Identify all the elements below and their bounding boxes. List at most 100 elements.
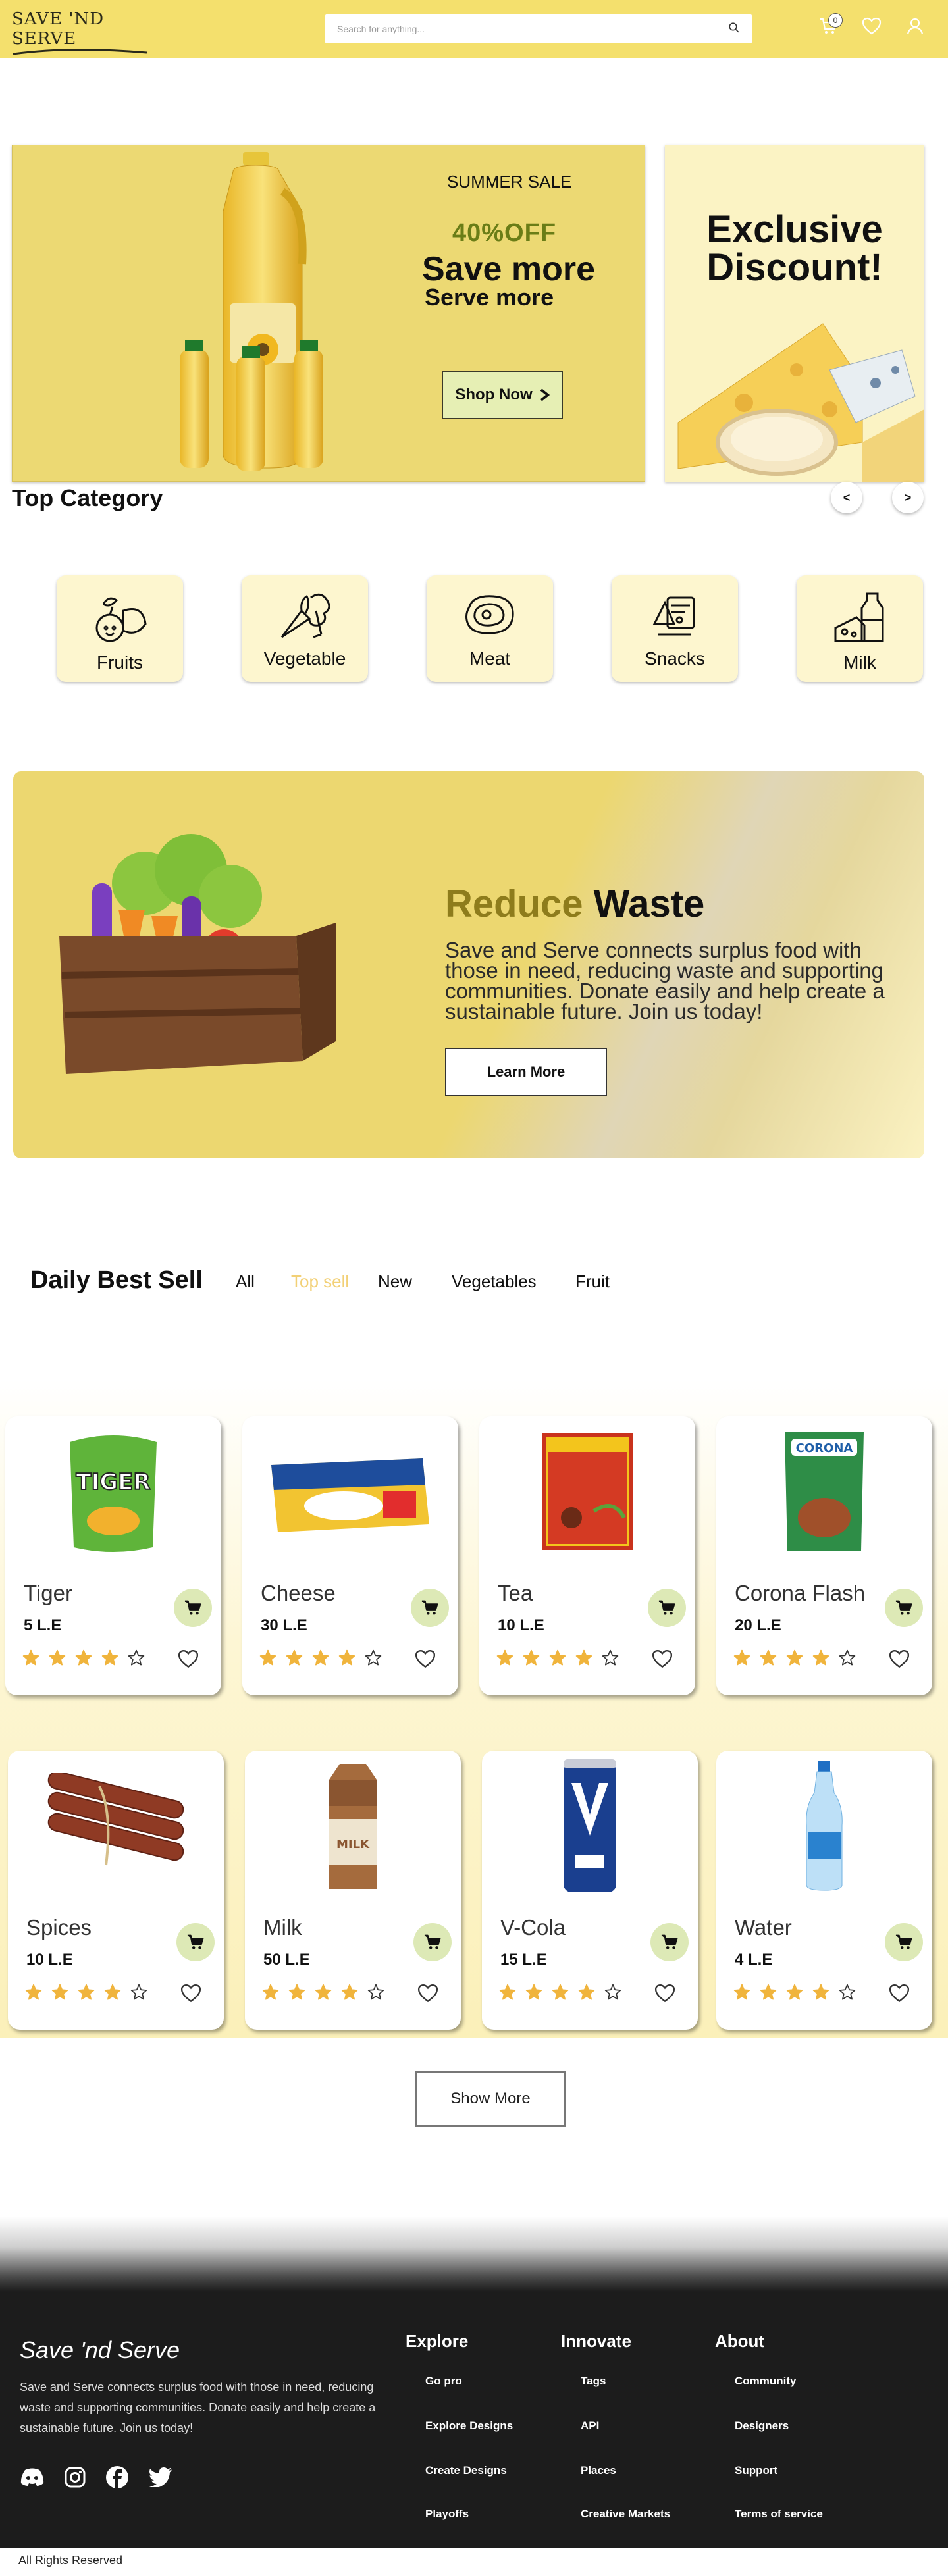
star-empty-icon [839, 1649, 856, 1666]
category-card-snacks[interactable]: Snacks [612, 575, 738, 682]
add-to-cart-button[interactable] [885, 1923, 923, 1961]
category-label: Milk [843, 652, 876, 673]
star-rating [499, 1984, 621, 2001]
heart-icon [862, 17, 882, 35]
footer-link[interactable]: Go pro [425, 2375, 462, 2388]
milk-cheese-icon [834, 592, 884, 642]
category-next-button[interactable]: > [892, 482, 924, 513]
footer-link[interactable]: Explore Designs [425, 2419, 513, 2433]
star-filled-icon [75, 1649, 92, 1666]
header-actions: 0 [816, 13, 927, 38]
category-card-fruits[interactable]: Fruits [57, 575, 183, 682]
star-filled-icon [578, 1984, 595, 2000]
footer-link[interactable]: Playoffs [425, 2508, 469, 2521]
category-label: Fruits [97, 652, 143, 673]
star-rating [22, 1649, 145, 1666]
show-more-button[interactable]: Show More [415, 2071, 566, 2127]
logo-text: SAVE 'ND SERVE [12, 9, 105, 49]
cart-button[interactable]: 0 [816, 13, 843, 38]
cart-count-badge: 0 [828, 13, 843, 28]
category-card-milk[interactable]: Milk [797, 575, 923, 682]
category-label: Snacks [645, 648, 705, 669]
discount-percent: 40%OFF [452, 219, 557, 247]
star-filled-icon [25, 1984, 42, 2000]
add-to-cart-button[interactable] [176, 1923, 215, 1961]
wishlist-button[interactable] [860, 14, 883, 38]
filter-tab-new[interactable]: New [378, 1272, 412, 1292]
product-card[interactable]: Spices 10 L.E [8, 1751, 224, 2030]
search-icon[interactable] [728, 22, 740, 37]
top-category-section: Top Category < > Fruits Vegetable Meat S… [0, 426, 948, 769]
twitter-icon[interactable] [149, 2467, 172, 2487]
footer-column-title: About [715, 2331, 765, 2351]
add-to-cart-button[interactable] [411, 1589, 449, 1627]
add-to-cart-button[interactable] [413, 1923, 452, 1961]
footer-link[interactable]: Places [581, 2464, 616, 2477]
star-filled-icon [315, 1984, 332, 2000]
product-card[interactable]: Water 4 L.E [716, 1751, 932, 2030]
product-card[interactable]: TIGER Tiger 5 L.E [5, 1416, 221, 1695]
product-name: V-Cola [500, 1915, 566, 1940]
reduce-word: Reduce [445, 883, 583, 925]
star-filled-icon [525, 1984, 542, 2000]
milk-carton-image: MILK [329, 1764, 377, 1889]
star-filled-icon [288, 1984, 305, 2000]
footer-link[interactable]: Designers [735, 2419, 789, 2433]
product-card[interactable]: MILK Milk 50 L.E [245, 1751, 461, 2030]
filter-tab-fruit[interactable]: Fruit [575, 1272, 610, 1292]
svg-text:TIGER: TIGER [76, 1469, 150, 1495]
save-more-heading: Save more [422, 250, 596, 288]
star-empty-icon [365, 1649, 382, 1666]
footer-link[interactable]: Support [735, 2464, 777, 2477]
add-to-cart-button[interactable] [174, 1589, 212, 1627]
filter-tab-all[interactable]: All [236, 1272, 255, 1292]
product-card[interactable]: Cheese 30 L.E [242, 1416, 458, 1695]
favorite-button[interactable] [178, 1649, 199, 1672]
favorite-button[interactable] [180, 1984, 201, 2007]
product-card[interactable]: V-Cola 15 L.E [482, 1751, 698, 2030]
product-card[interactable]: CORONA Corona Flash 20 L.E [716, 1416, 932, 1695]
category-card-vegetable[interactable]: Vegetable [242, 575, 368, 682]
logo[interactable]: SAVE 'ND SERVE [12, 9, 157, 57]
copyright-text: All Rights Reserved [18, 2554, 123, 2567]
footer-link[interactable]: Tags [581, 2375, 606, 2388]
footer-link[interactable]: Terms of service [735, 2508, 823, 2521]
product-price: 4 L.E [735, 1951, 773, 1969]
category-prev-button[interactable]: < [831, 482, 862, 513]
shop-now-button[interactable]: Shop Now [442, 371, 563, 419]
favorite-button[interactable] [889, 1649, 910, 1672]
learn-more-button[interactable]: Learn More [445, 1048, 607, 1096]
favorite-button[interactable] [654, 1984, 675, 2007]
star-filled-icon [101, 1649, 118, 1666]
product-price: 5 L.E [24, 1616, 62, 1634]
footer-link[interactable]: Community [735, 2375, 797, 2388]
category-card-meat[interactable]: Meat [427, 575, 553, 682]
instagram-icon[interactable] [65, 2467, 86, 2488]
account-button[interactable] [903, 14, 927, 38]
footer-link[interactable]: API [581, 2419, 599, 2433]
product-price: 10 L.E [26, 1951, 73, 1969]
vegetable-crate-image [59, 834, 336, 1074]
filter-tab-top-sell[interactable]: Top sell [291, 1272, 349, 1292]
heart-icon [652, 1650, 673, 1668]
filter-tab-vegetables[interactable]: Vegetables [452, 1272, 537, 1292]
add-to-cart-button[interactable] [648, 1589, 686, 1627]
add-to-cart-button[interactable] [650, 1923, 689, 1961]
star-filled-icon [552, 1984, 569, 2000]
social-links [20, 2465, 172, 2489]
star-filled-icon [49, 1649, 66, 1666]
add-to-cart-button[interactable] [885, 1589, 923, 1627]
footer-link[interactable]: Creative Markets [581, 2508, 670, 2521]
star-empty-icon [604, 1984, 621, 2000]
favorite-button[interactable] [889, 1984, 910, 2007]
favorite-button[interactable] [652, 1649, 673, 1672]
footer-link[interactable]: Create Designs [425, 2464, 507, 2477]
search-input[interactable] [337, 24, 728, 34]
facebook-icon[interactable] [105, 2465, 129, 2489]
product-card[interactable]: Tea 10 L.E [479, 1416, 695, 1695]
footer-column-title: Explore [406, 2331, 469, 2351]
favorite-button[interactable] [417, 1984, 438, 2007]
favorite-button[interactable] [415, 1649, 436, 1672]
product-image [482, 1759, 698, 1892]
discord-icon[interactable] [20, 2467, 45, 2487]
